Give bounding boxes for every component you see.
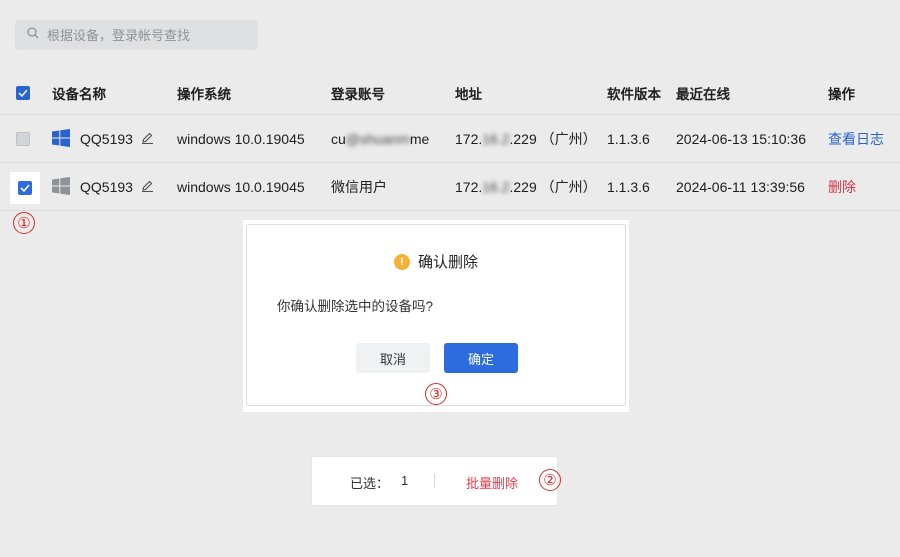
selected-label-text: 已选： <box>350 476 390 491</box>
selected-count: 1 <box>401 473 409 488</box>
dialog-message: 你确认删除选中的设备吗? <box>277 299 434 314</box>
selected-count-label: 已选： 1 <box>350 473 408 492</box>
dialog-title: ! 确认删除 <box>247 251 625 272</box>
divider <box>434 474 435 488</box>
device-management-page: 设备名称 操作系统 登录账号 地址 软件版本 最近在线 操作 QQ5193 <box>0 0 900 557</box>
confirm-delete-dialog: ! 确认删除 你确认删除选中的设备吗? 取消 确定 <box>246 224 626 406</box>
warning-icon: ! <box>393 253 410 270</box>
confirm-button[interactable]: 确定 <box>444 343 518 373</box>
dialog-title-text: 确认删除 <box>417 254 478 271</box>
batch-delete-highlight: 批量删除 <box>450 462 534 502</box>
cancel-button[interactable]: 取消 <box>356 343 430 373</box>
step-marker-1: ① <box>13 212 35 234</box>
step-marker-2: ② <box>539 469 561 491</box>
row-checkbox[interactable] <box>18 181 32 195</box>
highlighted-row-checkbox-cell[interactable] <box>10 172 40 204</box>
step-marker-3: ③ <box>425 383 447 405</box>
batch-delete-button[interactable]: 批量删除 <box>466 473 518 492</box>
